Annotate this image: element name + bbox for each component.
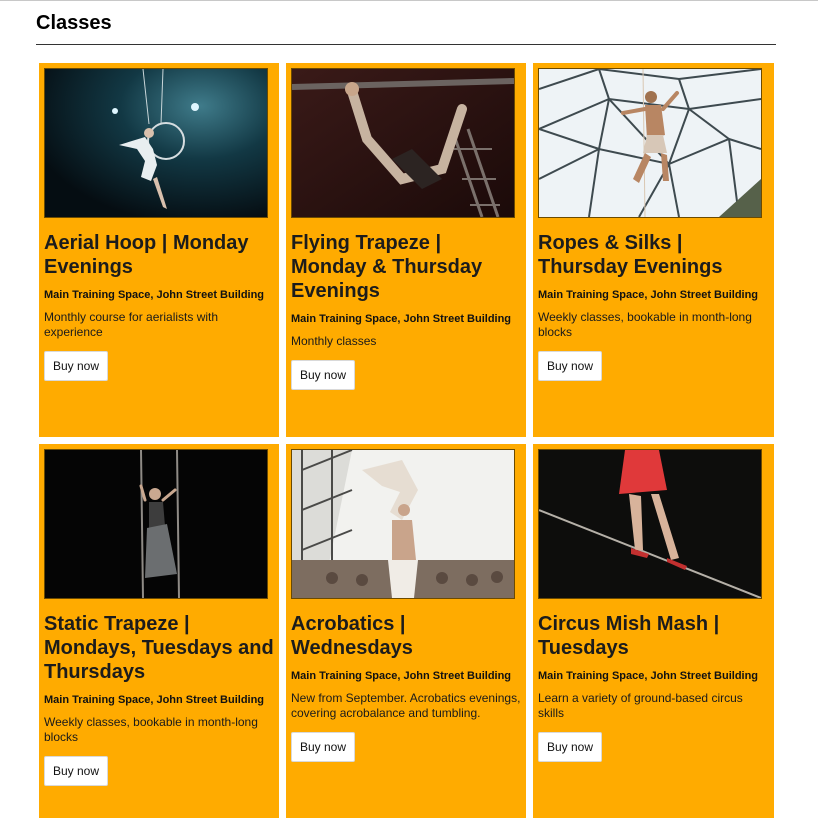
class-description: Monthly classes: [291, 334, 377, 348]
classes-grid: Aerial Hoop | Monday Evenings Main Train…: [39, 63, 774, 818]
buy-now-button[interactable]: Buy now: [44, 351, 109, 381]
class-description: Learn a variety of ground-based circus s…: [538, 691, 743, 720]
class-title: Acrobatics | Wednesdays: [291, 613, 413, 659]
class-card-static-trapeze: Static Trapeze | Mondays, Tuesdays and T…: [39, 444, 279, 818]
section-title: Classes: [36, 12, 112, 34]
static-trapeze-photo[interactable]: [44, 449, 268, 599]
page-top-divider: [0, 0, 818, 1]
class-venue: Main Training Space, John Street Buildin…: [538, 289, 759, 301]
buy-now-button[interactable]: Buy now: [538, 351, 603, 381]
section-divider: [36, 44, 776, 45]
class-title: Flying Trapeze | Monday & Thursday Eveni…: [291, 232, 483, 302]
class-card-acrobatics: Acrobatics | Wednesdays Main Training Sp…: [286, 444, 526, 818]
class-description: Weekly classes, bookable in month-long b…: [44, 715, 258, 744]
buy-now-button[interactable]: Buy now: [538, 732, 603, 762]
classes-section: Classes: [36, 11, 776, 45]
buy-now-button[interactable]: Buy now: [44, 756, 109, 786]
class-card-flying-trapeze: Flying Trapeze | Monday & Thursday Eveni…: [286, 63, 526, 437]
acrobatics-photo[interactable]: [291, 449, 515, 599]
class-venue: Main Training Space, John Street Buildin…: [44, 289, 265, 301]
class-venue: Main Training Space, John Street Buildin…: [44, 694, 265, 706]
class-venue: Main Training Space, John Street Buildin…: [538, 670, 759, 682]
buy-now-button[interactable]: Buy now: [291, 360, 356, 390]
ropes-silks-photo[interactable]: [538, 68, 762, 218]
class-venue: Main Training Space, John Street Buildin…: [291, 670, 512, 682]
class-title: Aerial Hoop | Monday Evenings: [44, 232, 249, 278]
class-description: Monthly course for aerialists with exper…: [44, 310, 219, 339]
class-venue: Main Training Space, John Street Buildin…: [291, 313, 512, 325]
class-card-circus-mish-mash: Circus Mish Mash | Tuesdays Main Trainin…: [533, 444, 774, 818]
buy-now-button[interactable]: Buy now: [291, 732, 356, 762]
aerial-hoop-photo[interactable]: [44, 68, 268, 218]
class-description: Weekly classes, bookable in month-long b…: [538, 310, 752, 339]
class-title: Ropes & Silks | Thursday Evenings: [538, 232, 723, 278]
class-title: Static Trapeze | Mondays, Tuesdays and T…: [44, 613, 274, 683]
class-card-aerial-hoop: Aerial Hoop | Monday Evenings Main Train…: [39, 63, 279, 437]
flying-trapeze-photo[interactable]: [291, 68, 515, 218]
class-card-ropes-silks: Ropes & Silks | Thursday Evenings Main T…: [533, 63, 774, 437]
circus-mish-mash-photo[interactable]: [538, 449, 762, 599]
class-title: Circus Mish Mash | Tuesdays: [538, 613, 720, 659]
class-description: New from September. Acrobatics evenings,…: [291, 691, 521, 720]
